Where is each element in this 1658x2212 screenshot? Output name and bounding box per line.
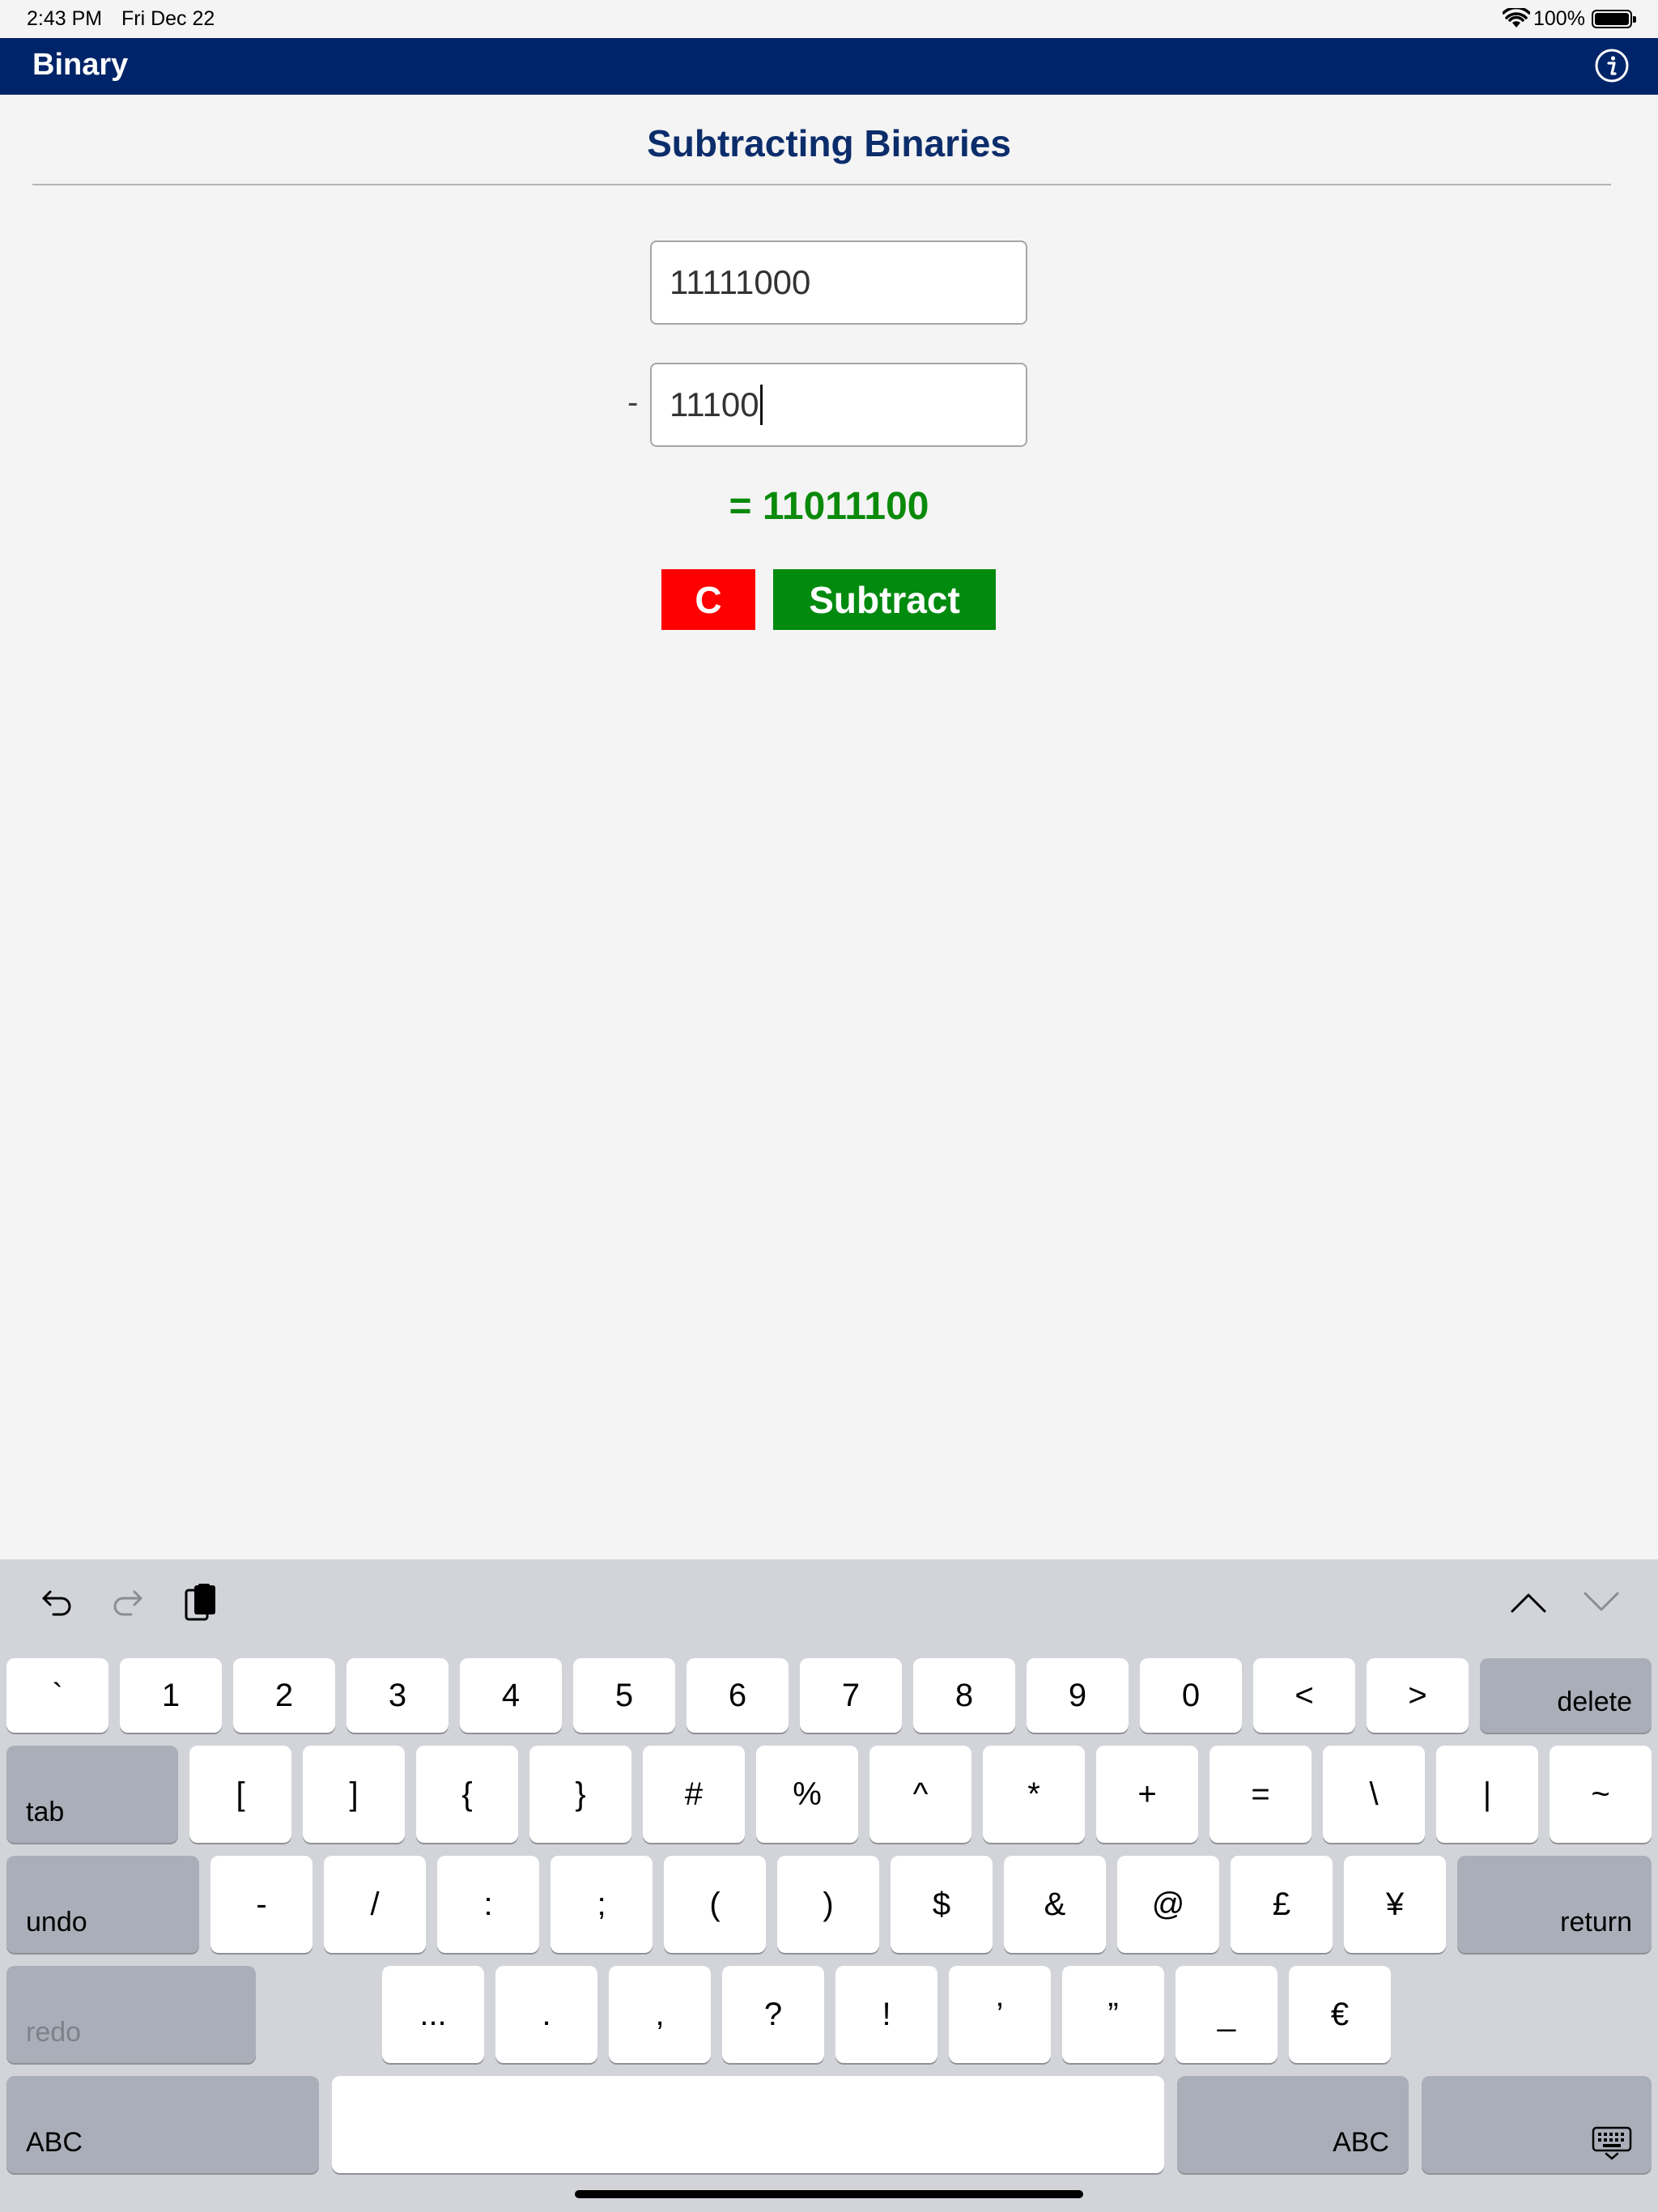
key-plus[interactable]: + [1096, 1746, 1198, 1843]
result-label: = 11011100 [729, 485, 929, 528]
key-tilde[interactable]: ~ [1550, 1746, 1652, 1843]
key-7[interactable]: 7 [800, 1658, 902, 1733]
key-slash[interactable]: / [324, 1856, 426, 1953]
key-quote[interactable]: ” [1062, 1966, 1164, 2063]
paste-icon[interactable] [183, 1582, 219, 1624]
text-caret [759, 385, 763, 425]
keyboard-dismiss-icon [1592, 2126, 1632, 2160]
abc-key-left[interactable]: ABC [6, 2076, 319, 2173]
key-question[interactable]: ? [722, 1966, 824, 2063]
key-hash[interactable]: # [643, 1746, 745, 1843]
key-ellipsis[interactable]: ... [382, 1966, 484, 2063]
key-3[interactable]: 3 [346, 1658, 449, 1733]
key-4[interactable]: 4 [460, 1658, 562, 1733]
key-ampersand[interactable]: & [1004, 1856, 1106, 1953]
redo-key[interactable]: redo [6, 1966, 256, 2063]
key-8[interactable]: 8 [913, 1658, 1015, 1733]
abc-key-right[interactable]: ABC [1177, 2076, 1409, 2173]
key-close-paren[interactable]: ) [777, 1856, 879, 1953]
second-binary-value: 11100 [670, 385, 759, 423]
key-percent[interactable]: % [756, 1746, 858, 1843]
key-open-paren[interactable]: ( [664, 1856, 766, 1953]
operator-label: - [627, 385, 639, 420]
key-close-bracket[interactable]: ] [303, 1746, 405, 1843]
dismiss-keyboard-key[interactable] [1422, 2076, 1652, 2173]
key-0[interactable]: 0 [1140, 1658, 1242, 1733]
key-caret[interactable]: ^ [869, 1746, 971, 1843]
return-key[interactable]: return [1457, 1856, 1652, 1953]
status-date: Fri Dec 22 [121, 7, 215, 30]
chevron-up-icon[interactable] [1509, 1590, 1548, 1614]
page-title: Subtracting Binaries [647, 122, 1011, 164]
second-binary-input[interactable]: 11100 [650, 363, 1027, 447]
first-binary-value: 11111000 [670, 263, 811, 301]
key-period[interactable]: . [495, 1966, 597, 2063]
key-underscore[interactable]: _ [1175, 1966, 1278, 2063]
nav-bar: Binary [0, 38, 1658, 95]
info-icon[interactable] [1594, 48, 1630, 83]
key-greater-than[interactable]: > [1367, 1658, 1469, 1733]
battery-percent: 100% [1533, 7, 1585, 30]
delete-key[interactable]: delete [1480, 1658, 1652, 1733]
key-dollar[interactable]: $ [891, 1856, 993, 1953]
subtract-button[interactable]: Subtract [773, 569, 996, 630]
key-comma[interactable]: , [609, 1966, 711, 2063]
divider [32, 184, 1611, 185]
undo-icon[interactable] [39, 1585, 74, 1621]
key-pipe[interactable]: | [1436, 1746, 1538, 1843]
key-yen[interactable]: ¥ [1344, 1856, 1446, 1953]
key-backslash[interactable]: \ [1323, 1746, 1425, 1843]
key-pound[interactable]: £ [1231, 1856, 1333, 1953]
key-less-than[interactable]: < [1253, 1658, 1355, 1733]
key-2[interactable]: 2 [233, 1658, 335, 1733]
key-hyphen[interactable]: - [210, 1856, 312, 1953]
status-time: 2:43 PM [27, 7, 103, 30]
key-close-brace[interactable]: } [529, 1746, 631, 1843]
clear-button[interactable]: C [661, 569, 755, 630]
key-exclamation[interactable]: ! [835, 1966, 937, 2063]
tab-key[interactable]: tab [6, 1746, 178, 1843]
chevron-down-icon[interactable] [1582, 1590, 1621, 1614]
space-bar[interactable] [332, 2076, 1164, 2173]
key-equals[interactable]: = [1209, 1746, 1312, 1843]
redo-icon[interactable] [110, 1585, 146, 1621]
key-open-brace[interactable]: { [416, 1746, 518, 1843]
key-at[interactable]: @ [1117, 1856, 1219, 1953]
wifi-icon [1503, 8, 1530, 28]
key-semicolon[interactable]: ; [551, 1856, 653, 1953]
key-backtick[interactable]: ` [6, 1658, 108, 1733]
key-5[interactable]: 5 [573, 1658, 675, 1733]
battery-icon [1592, 10, 1636, 28]
key-euro[interactable]: € [1289, 1966, 1391, 2063]
key-asterisk[interactable]: * [983, 1746, 1085, 1843]
key-open-bracket[interactable]: [ [189, 1746, 291, 1843]
undo-key[interactable]: undo [6, 1856, 199, 1953]
home-indicator [575, 2190, 1083, 2198]
keyboard: ` 1 2 3 4 5 6 7 8 9 0 < > delete tab [ ]… [0, 1559, 1658, 2212]
status-bar: 2:43 PM Fri Dec 22 100% [0, 0, 1658, 38]
key-colon[interactable]: : [437, 1856, 539, 1953]
key-1[interactable]: 1 [120, 1658, 222, 1733]
key-9[interactable]: 9 [1027, 1658, 1129, 1733]
first-binary-input[interactable]: 11111000 [650, 240, 1027, 325]
app-title: Binary [32, 48, 129, 82]
key-apostrophe[interactable]: ’ [949, 1966, 1051, 2063]
key-6[interactable]: 6 [687, 1658, 789, 1733]
